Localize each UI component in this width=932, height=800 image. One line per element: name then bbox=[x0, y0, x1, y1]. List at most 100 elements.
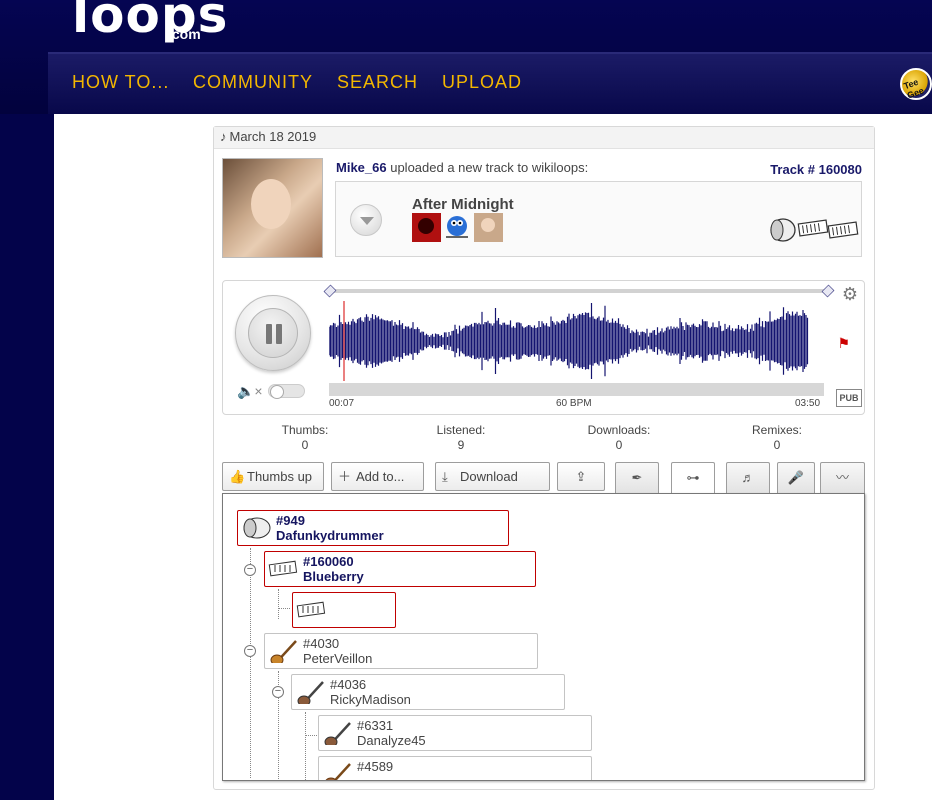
quill-icon: ✒ bbox=[631, 470, 643, 485]
left-strip bbox=[0, 114, 54, 800]
contributor-avatar-child[interactable] bbox=[474, 213, 503, 242]
expand-button[interactable] bbox=[350, 204, 382, 236]
tree-node[interactable]: #4036 RickyMadison bbox=[291, 674, 565, 710]
instrument-list bbox=[769, 216, 859, 249]
chart-icon: 〰 bbox=[835, 470, 849, 485]
site-logo-suffix: .com bbox=[168, 26, 201, 42]
nav-how-to[interactable]: HOW TO... bbox=[72, 72, 169, 93]
site-logo[interactable]: loops bbox=[72, 0, 228, 44]
loop-range-slider[interactable] bbox=[323, 284, 835, 298]
tree-line bbox=[278, 589, 279, 619]
pause-icon bbox=[248, 308, 298, 358]
keyboard-icon bbox=[296, 601, 326, 618]
download-icon: ⤓ bbox=[442, 469, 448, 484]
share-icon: ⇪ bbox=[575, 469, 587, 484]
tab-notes[interactable]: ♬ bbox=[726, 462, 770, 494]
uploader-avatar[interactable] bbox=[222, 158, 323, 258]
stat-thumbs-value: 0 bbox=[301, 438, 309, 452]
post-date: March 18 2019 bbox=[229, 129, 317, 144]
tab-lyrics[interactable]: ✒ bbox=[615, 462, 659, 494]
upload-line: Mike_66 uploaded a new track to wikiloop… bbox=[336, 160, 588, 175]
uploader-name[interactable]: Mike_66 bbox=[336, 160, 387, 175]
tab-family-tree[interactable]: ⊶ bbox=[671, 462, 715, 495]
flag-icon[interactable]: ⚑ bbox=[837, 335, 850, 352]
keyboard-icon bbox=[268, 560, 298, 577]
share-button[interactable]: ⇪ bbox=[557, 462, 605, 491]
pause-bar-right bbox=[276, 324, 282, 344]
stat-remixes-value: 0 bbox=[773, 438, 781, 452]
tree-node[interactable]: #4030 PeterVeillon bbox=[264, 633, 538, 669]
collapse-toggle[interactable]: − bbox=[244, 564, 256, 576]
tree-node[interactable]: #160060 Blueberry bbox=[264, 551, 536, 587]
main-nav: HOW TO... COMMUNITY SEARCH UPLOAD bbox=[48, 52, 932, 114]
thumbs-up-icon: 👍 bbox=[229, 469, 246, 484]
mute-icon[interactable]: 🔈× bbox=[237, 383, 263, 400]
tree-node-name: PeterVeillon bbox=[303, 651, 373, 666]
pause-bar-left bbox=[266, 324, 272, 344]
user-avatar[interactable]: Tee Gee bbox=[900, 68, 932, 101]
tree-node[interactable] bbox=[292, 592, 396, 628]
waveform[interactable] bbox=[329, 301, 829, 381]
add-to-label: Add to... bbox=[356, 469, 405, 484]
pause-button[interactable] bbox=[235, 295, 311, 371]
stat-downloads: Downloads: 0 bbox=[559, 423, 679, 453]
pub-badge: PUB bbox=[836, 389, 862, 407]
tree-node[interactable]: #6331 Danalyze45 bbox=[318, 715, 592, 751]
drum-icon bbox=[243, 517, 271, 539]
add-to-button[interactable]: ＋ Add to... bbox=[331, 462, 424, 491]
timeline-bar[interactable] bbox=[329, 383, 824, 396]
keyboard-icon bbox=[827, 221, 859, 239]
contributor-avatar-red[interactable] bbox=[412, 213, 441, 242]
keyboard-icon bbox=[797, 219, 829, 237]
tree-node-name: RickyMadison bbox=[330, 692, 411, 707]
family-tree-panel[interactable]: − − − #949 Dafunkydrummer #160060 Bluebe… bbox=[222, 493, 865, 781]
tree-node-name: Dafunkydrummer bbox=[276, 528, 384, 543]
loop-end-handle[interactable] bbox=[821, 284, 835, 298]
track-box: After Midnight bbox=[335, 181, 862, 257]
thumbs-up-button[interactable]: 👍 Thumbs up bbox=[222, 462, 324, 491]
plus-icon: ＋ bbox=[338, 469, 352, 484]
tree-node-id: #160060 bbox=[303, 554, 354, 569]
tree-line bbox=[250, 548, 251, 778]
tree-node-id: #4036 bbox=[330, 677, 367, 692]
nav-community[interactable]: COMMUNITY bbox=[193, 72, 313, 93]
collapse-toggle[interactable]: − bbox=[272, 686, 284, 698]
card-header: ♪ March 18 2019 bbox=[214, 127, 874, 149]
tree-node-id: #6331 bbox=[357, 718, 394, 733]
time-total: 03:50 bbox=[795, 398, 821, 409]
audio-player: 🔈× ⚙ ⚑ 00:07 60 BPM 03:50 PUB bbox=[222, 280, 865, 415]
wikiloops-mascot-icon[interactable] bbox=[443, 213, 472, 242]
track-title[interactable]: After Midnight bbox=[412, 196, 514, 213]
gear-icon[interactable]: ⚙ bbox=[842, 284, 858, 305]
tree-icon: ⊶ bbox=[686, 470, 700, 485]
stat-listened: Listened: 9 bbox=[401, 423, 521, 453]
music-note-icon: ♪ bbox=[220, 129, 227, 144]
instrument-icons bbox=[770, 218, 859, 242]
tree-line bbox=[305, 712, 306, 780]
music-notes-icon: ♬ bbox=[741, 470, 755, 485]
action-bar: 👍 Thumbs up ＋ Add to... ⤓ Download ⇪ ✒ ⊶ ♬ … bbox=[222, 462, 865, 495]
stat-listened-value: 9 bbox=[457, 438, 465, 452]
tree-node[interactable]: #949 Dafunkydrummer bbox=[237, 510, 509, 546]
activity-card: ♪ March 18 2019 Mike_66 uploaded a new tr… bbox=[213, 126, 875, 790]
microphone-icon: 🎤 bbox=[787, 470, 805, 485]
download-button[interactable]: ⤓ Download bbox=[435, 462, 550, 491]
stat-downloads-label: Downloads: bbox=[587, 423, 651, 437]
mute-toggle[interactable] bbox=[268, 384, 305, 399]
tree-node-id: #949 bbox=[276, 513, 305, 528]
nav-search[interactable]: SEARCH bbox=[337, 72, 418, 93]
waveform-path bbox=[329, 303, 809, 379]
bass-guitar-icon bbox=[270, 640, 297, 663]
collapse-toggle[interactable]: − bbox=[244, 645, 256, 657]
upload-text: uploaded a new track to wikiloops: bbox=[390, 160, 589, 175]
tree-node-name: Blueberry bbox=[303, 569, 364, 584]
stat-remixes: Remixes: 0 bbox=[717, 423, 837, 453]
nav-upload[interactable]: UPLOAD bbox=[442, 72, 522, 93]
tab-stats[interactable]: 〰 bbox=[820, 462, 865, 494]
stat-thumbs: Thumbs: 0 bbox=[245, 423, 365, 453]
tab-microphone[interactable]: 🎤 bbox=[777, 462, 815, 494]
loop-start-handle[interactable] bbox=[323, 284, 337, 298]
track-number[interactable]: Track # 160080 bbox=[770, 162, 862, 177]
bpm-label: 60 BPM bbox=[556, 398, 592, 409]
tree-node[interactable]: #4589 bbox=[318, 756, 592, 780]
